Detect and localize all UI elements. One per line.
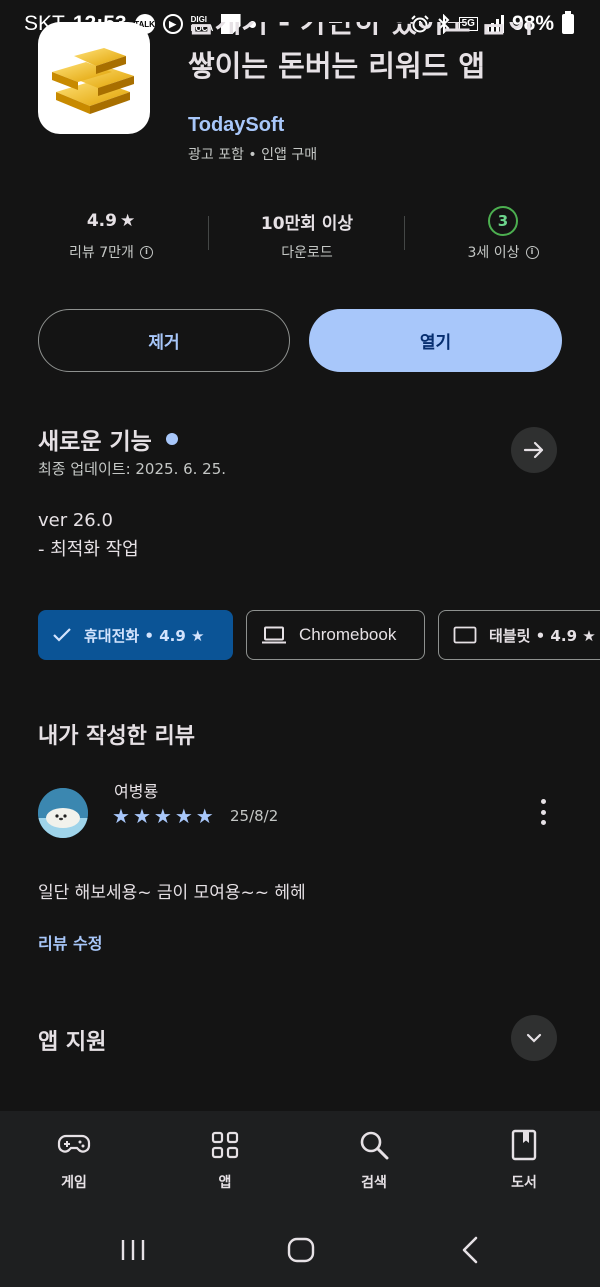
back-button[interactable]: [450, 1232, 490, 1268]
developer-link[interactable]: TodaySoft: [188, 114, 284, 137]
star-icon: ★: [112, 804, 130, 828]
chip-tablet[interactable]: 태블릿 • 4.9 ★: [438, 610, 600, 660]
new-indicator-dot: [165, 433, 178, 445]
nav-games-label: 게임: [61, 1175, 87, 1191]
downloads-label: 다운로드: [281, 245, 333, 261]
review-more-options-icon[interactable]: [532, 796, 554, 828]
recent-apps-icon: [121, 1240, 145, 1260]
nav-search-label: 검색: [361, 1175, 387, 1191]
chip-chromebook[interactable]: Chromebook: [246, 610, 425, 660]
whats-new-header[interactable]: 새로운 기능: [38, 422, 178, 456]
review-date: 25/8/2: [230, 807, 279, 825]
app-title-line-1: 금캐기 - 가만히 있어도 금이: [188, 22, 534, 39]
chip-phone-label: 휴대전화 • 4.9 ★: [84, 626, 205, 645]
downloads-value: 10만회 이상: [260, 213, 354, 234]
apps-grid-icon: [211, 1131, 239, 1159]
app-meta: 광고 포함 • 인앱 구매: [188, 147, 318, 163]
whats-new-title: 새로운 기능: [38, 429, 152, 455]
recent-apps-button[interactable]: [113, 1232, 153, 1268]
home-button[interactable]: [281, 1232, 321, 1268]
age-rating-label: 3세 이상: [467, 245, 520, 261]
nav-apps-label: 앱: [218, 1175, 232, 1191]
nav-books-label: 도서: [511, 1175, 537, 1191]
laptop-icon: [262, 626, 286, 644]
star-icon: ★: [119, 211, 136, 231]
arrow-right-icon: [523, 441, 544, 459]
uninstall-button[interactable]: 제거: [38, 309, 290, 372]
stat-divider: [208, 216, 209, 250]
edit-review-link[interactable]: 리뷰 수정: [38, 930, 102, 954]
book-icon: [511, 1129, 537, 1161]
chip-phone[interactable]: 휴대전화 • 4.9 ★: [38, 610, 233, 660]
info-icon[interactable]: i: [139, 245, 153, 259]
review-text: 일단 해보세용~ 금이 모여용~~ 헤헤: [38, 883, 306, 903]
chip-tablet-label: 태블릿 • 4.9 ★: [489, 626, 596, 645]
stat-divider: [404, 216, 405, 250]
release-notes: ver 26.0 - 최적화 작업: [38, 506, 139, 564]
tablet-icon: [453, 626, 477, 644]
gamepad-icon: [57, 1134, 91, 1153]
age-rating-badge: 3: [488, 206, 518, 236]
star-icon: ★: [132, 804, 151, 828]
gold-bars-icon: [52, 48, 134, 114]
home-icon: [287, 1237, 315, 1263]
app-title-line-2: 쌓이는 돈버는 리워드 앱: [188, 49, 486, 83]
info-icon[interactable]: i: [525, 245, 539, 259]
star-icon: ★: [174, 804, 193, 828]
my-review-title: 내가 작성한 리뷰: [38, 724, 195, 749]
whats-new-arrow-button[interactable]: [511, 427, 557, 473]
avatar: [38, 788, 88, 838]
review-star-rating: ★ ★ ★ ★ ★: [112, 806, 214, 826]
back-chevron-icon: [462, 1236, 478, 1264]
app-title: 금캐기 - 가만히 있어도 금이 쌓이는 돈버는 리워드 앱: [188, 22, 578, 108]
nav-games[interactable]: 게임: [14, 1128, 134, 1192]
release-note-item: - 최적화 작업: [38, 539, 139, 560]
open-button[interactable]: 열기: [309, 309, 562, 372]
seal-avatar-icon: [38, 788, 88, 838]
chip-chromebook-label: Chromebook: [299, 625, 397, 644]
last-updated: 최종 업데이트: 2025. 6. 25.: [38, 460, 227, 478]
app-support-expand-button[interactable]: [511, 1015, 557, 1061]
review-author: 여병룡: [114, 782, 159, 801]
star-icon: ★: [195, 804, 214, 828]
review-count: 리뷰 7만개: [69, 245, 134, 261]
version-label: ver 26.0: [38, 510, 113, 531]
check-icon: [53, 628, 71, 642]
age-rating-stat[interactable]: 3 3세 이상 i: [418, 206, 588, 262]
rating-stat[interactable]: 4.9 ★ 리뷰 7만개 i: [26, 206, 196, 262]
app-icon: [38, 22, 150, 134]
app-support-title[interactable]: 앱 지원: [38, 1024, 106, 1056]
nav-search[interactable]: 검색: [314, 1128, 434, 1192]
nav-apps[interactable]: 앱: [165, 1128, 285, 1192]
star-icon: ★: [153, 804, 172, 828]
downloads-stat: 10만회 이상 다운로드: [222, 206, 392, 262]
search-icon: [360, 1131, 389, 1160]
nav-books[interactable]: 도서: [464, 1128, 584, 1192]
play-icon: ▶: [162, 14, 183, 34]
rating-value: 4.9: [86, 211, 117, 231]
chevron-down-icon: [526, 1033, 542, 1043]
